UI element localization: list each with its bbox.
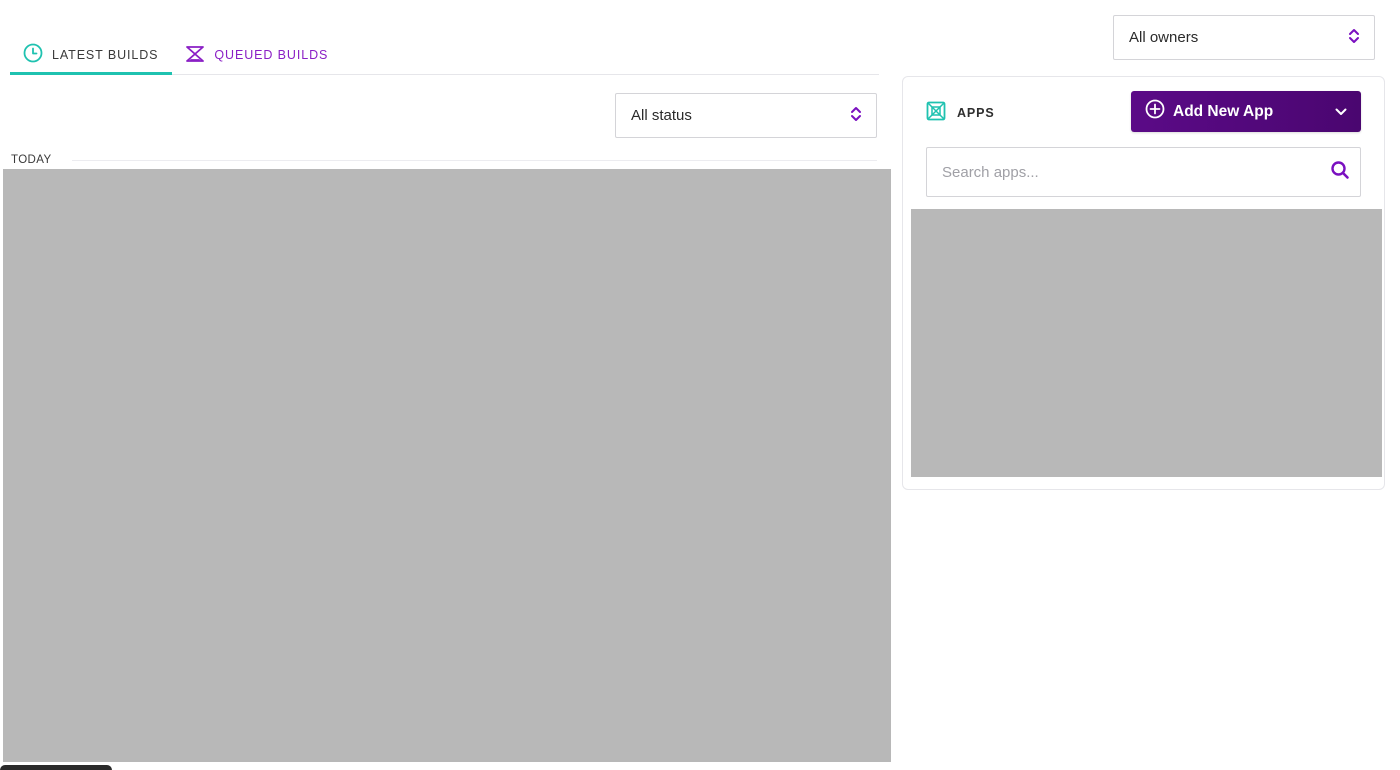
builds-group-label: TODAY xyxy=(11,154,52,166)
apps-panel: APPS Add New App xyxy=(902,76,1385,490)
tab-queued-builds[interactable]: QUEUED BUILDS xyxy=(172,36,342,74)
status-select-value: All status xyxy=(631,107,692,124)
apps-search xyxy=(926,147,1361,197)
owners-select-value: All owners xyxy=(1129,29,1199,46)
tab-latest-builds-label: LATEST BUILDS xyxy=(52,47,159,62)
apps-box-icon xyxy=(926,101,946,126)
hourglass-icon xyxy=(185,45,205,66)
tab-latest-builds[interactable]: LATEST BUILDS xyxy=(10,37,173,75)
builds-tabs: LATEST BUILDS QUEUED BUILDS xyxy=(10,36,879,75)
plus-circle-icon xyxy=(1145,99,1165,124)
select-arrows-icon xyxy=(1348,26,1360,50)
apps-search-input[interactable] xyxy=(942,163,1330,181)
builds-list-placeholder xyxy=(3,169,891,762)
apps-title: APPS xyxy=(957,106,995,120)
page: All owners LATEST BUILDS QUEUED BUILDS A… xyxy=(0,0,1400,770)
select-arrows-icon xyxy=(850,104,862,128)
add-new-app-label: Add New App xyxy=(1173,102,1274,120)
clock-icon xyxy=(23,43,43,66)
add-new-app-button[interactable]: Add New App xyxy=(1131,91,1361,132)
apps-header: APPS xyxy=(926,101,995,126)
chevron-down-icon[interactable] xyxy=(1335,103,1347,121)
owners-select[interactable]: All owners xyxy=(1113,15,1375,60)
builds-group-header: TODAY xyxy=(11,152,877,168)
tab-queued-builds-label: QUEUED BUILDS xyxy=(214,48,329,62)
bottom-bar xyxy=(0,765,112,770)
status-select[interactable]: All status xyxy=(615,93,877,138)
search-icon[interactable] xyxy=(1330,160,1350,185)
apps-list-placeholder xyxy=(911,209,1382,477)
group-divider xyxy=(71,159,877,161)
